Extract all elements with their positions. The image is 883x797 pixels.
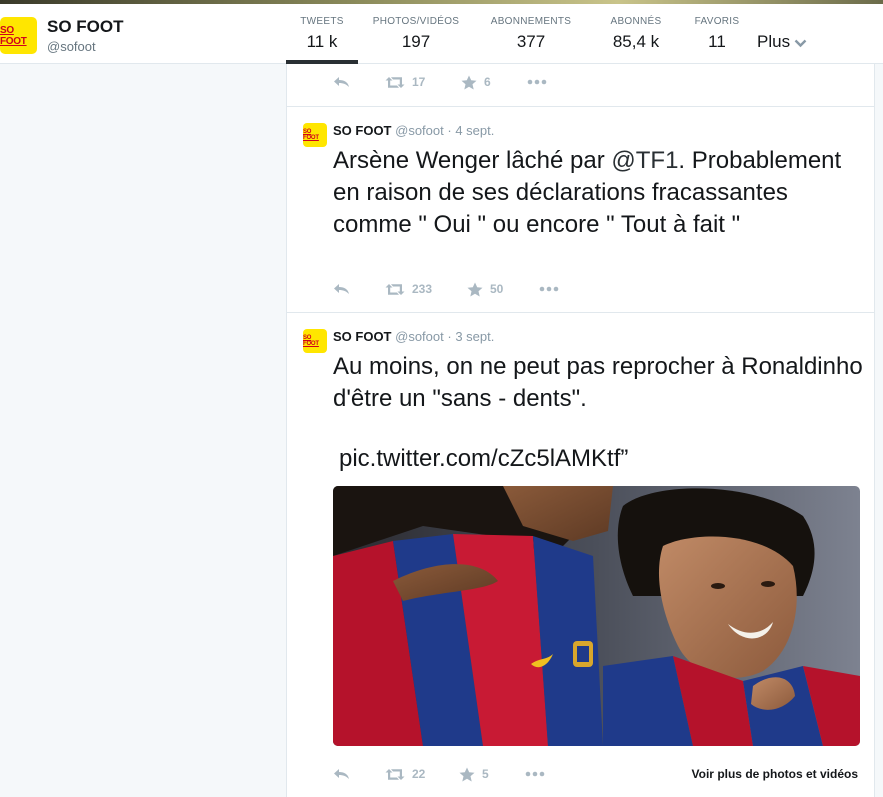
retweet-count: 233 [412,282,433,296]
stat-label: ABONNEMENTS [490,16,572,27]
tweet-avatar[interactable]: SO FOOT [303,329,327,353]
tweet[interactable]: SO FOOT SO FOOT @sofoot · 3 sept. Au moi… [287,312,874,797]
stat-value: 85,4 k [612,32,660,51]
reply-icon [334,284,349,294]
mention-link[interactable]: @TF1 [611,147,678,174]
tweet-header: SO FOOT @sofoot · 4 sept. [333,123,494,138]
tweet-text: Arsène Wenger lâché par @TF1. Probableme… [333,145,863,241]
tweet-timestamp[interactable]: · 3 sept. [447,329,494,344]
tweet-header: SO FOOT @sofoot · 3 sept. [333,329,494,344]
tweet-timestamp[interactable]: · 4 sept. [447,123,494,138]
stat-favorites[interactable]: FAVORIS 11 [684,4,750,64]
see-more-media-link[interactable]: Voir plus de photos et vidéos [692,767,858,781]
retweet-button[interactable]: 233 [385,282,432,296]
football-players-photo [333,486,860,746]
reply-button[interactable] [333,76,350,88]
star-icon [461,75,477,89]
favorite-button[interactable]: 50 [467,282,503,297]
tweet-actions: 233 50 [287,279,874,299]
more-label: Plus [757,32,791,51]
favorite-count: 6 [484,75,491,89]
logo-text: SO FOOT [0,24,27,47]
star-icon [467,282,483,296]
tweet-actions: 17 6 [287,72,874,92]
retweet-icon [385,76,405,88]
tweet-author-handle[interactable]: @sofoot [395,329,444,344]
tweet-text-part: Arsène Wenger lâché par [333,147,612,174]
logo-text: SO FOOT [303,129,319,141]
retweet-button[interactable]: 17 [385,75,425,89]
favorite-button[interactable]: 6 [461,75,491,90]
stat-value: 197 [401,32,431,51]
more-dots-icon [525,771,545,777]
stat-value: 11 [708,32,726,51]
tweet[interactable]: SO FOOT SO FOOT @sofoot · 4 sept. Arsène… [287,106,874,312]
retweet-icon [385,283,405,295]
retweet-count: 22 [412,767,426,781]
profile-avatar[interactable]: SO FOOT [0,17,37,54]
reply-button[interactable] [333,283,350,295]
stat-value: 11 k [306,32,338,51]
tweet-avatar[interactable]: SO FOOT [303,123,327,147]
retweet-count: 17 [412,75,426,89]
reply-icon [334,77,349,87]
reply-button[interactable] [333,768,350,780]
profile-name[interactable]: SO FOOT [47,17,124,37]
more-actions-button[interactable] [525,771,545,777]
tweet-photo[interactable] [333,486,860,746]
favorite-count: 5 [482,767,489,781]
stat-value: 377 [516,32,546,51]
logo-text: SO FOOT [303,335,319,347]
stat-label: ABONNÉS [610,16,662,27]
stat-tweets[interactable]: TWEETS 11 k [286,4,358,64]
tweet-actions: 22 5 Voir plus de photos et vidéos [287,764,874,784]
chevron-down-icon [794,39,807,47]
stat-label: TWEETS [300,16,344,27]
tweet-pic-link[interactable]: pic.twitter.com/cZc5lAMKtf” [339,445,628,473]
stat-label: FAVORIS [694,16,740,27]
stat-following[interactable]: ABONNEMENTS 377 [474,4,588,64]
stat-label: PHOTOS/VIDÉOS [372,16,460,27]
retweet-icon [385,768,405,780]
reply-icon [334,769,349,779]
retweet-button[interactable]: 22 [385,767,425,781]
stat-followers[interactable]: ABONNÉS 85,4 k [588,4,684,64]
more-dots-icon [527,79,547,85]
tweet-author-name[interactable]: SO FOOT [333,329,392,344]
more-dropdown[interactable]: Plus [757,32,807,52]
tweet-text: Au moins, on ne peut pas reprocher à Ron… [333,353,863,412]
profile-handle[interactable]: @sofoot [47,39,96,54]
stat-photos-videos[interactable]: PHOTOS/VIDÉOS 197 [358,4,474,64]
star-icon [459,767,475,781]
more-actions-button[interactable] [527,79,547,85]
more-actions-button[interactable] [539,286,559,292]
more-dots-icon [539,286,559,292]
tweet-author-name[interactable]: SO FOOT [333,123,392,138]
favorite-count: 50 [490,282,504,296]
tweet-timeline: 17 6 SO FOOT SO FOOT @sofoot · 4 sept. A… [286,64,875,797]
profile-stats: TWEETS 11 k PHOTOS/VIDÉOS 197 ABONNEMENT… [286,4,750,64]
favorite-button[interactable]: 5 [459,767,489,782]
tweet-author-handle[interactable]: @sofoot [395,123,444,138]
profile-nav-bar: SO FOOT SO FOOT @sofoot TWEETS 11 k PHOT… [0,4,883,64]
